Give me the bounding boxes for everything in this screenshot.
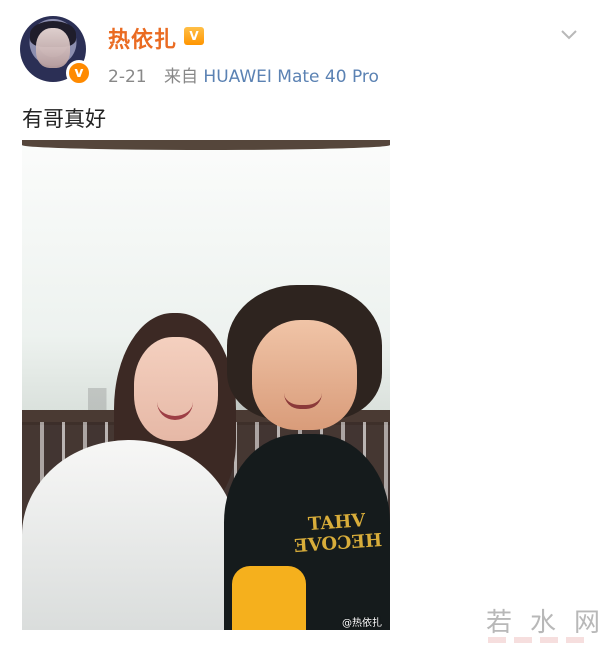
username[interactable]: 热依扎 — [108, 22, 177, 54]
photo-awning — [22, 140, 390, 150]
site-watermark-char-1: 若 — [486, 608, 513, 638]
woman-white-shirt — [22, 440, 236, 630]
vip-icon: V — [184, 27, 204, 45]
woman-face — [134, 337, 218, 441]
verified-icon: v — [66, 60, 92, 86]
post-timestamp: 2-21 — [108, 67, 147, 87]
post-photo[interactable]: TAHV ƎVOƆƎH @热依扎 — [22, 140, 390, 630]
man-face — [252, 320, 357, 430]
weibo-post-screenshot: v 热依扎 V 2-21 来自 HUAWEI Mate 40 Pro 有哥真好 … — [0, 0, 600, 646]
post-meta: 2-21 来自 HUAWEI Mate 40 Pro — [108, 62, 379, 87]
chevron-down-icon[interactable] — [560, 25, 578, 43]
image-watermark: @热依扎 — [342, 618, 382, 629]
avatar-face-shape — [36, 28, 70, 68]
post-source-prefix: 来自 — [164, 67, 198, 87]
post-text: 有哥真好 — [22, 107, 106, 131]
post-device-link[interactable]: HUAWEI Mate 40 Pro — [203, 67, 379, 87]
site-watermark-char-2: 水 — [530, 608, 557, 638]
site-watermark-char-3: 网 — [574, 608, 600, 638]
site-watermark: 若 水 网 — [486, 602, 600, 643]
shirt-print-graphic: TAHV ƎVOƆƎH — [293, 510, 383, 558]
site-watermark-underline — [488, 637, 586, 643]
